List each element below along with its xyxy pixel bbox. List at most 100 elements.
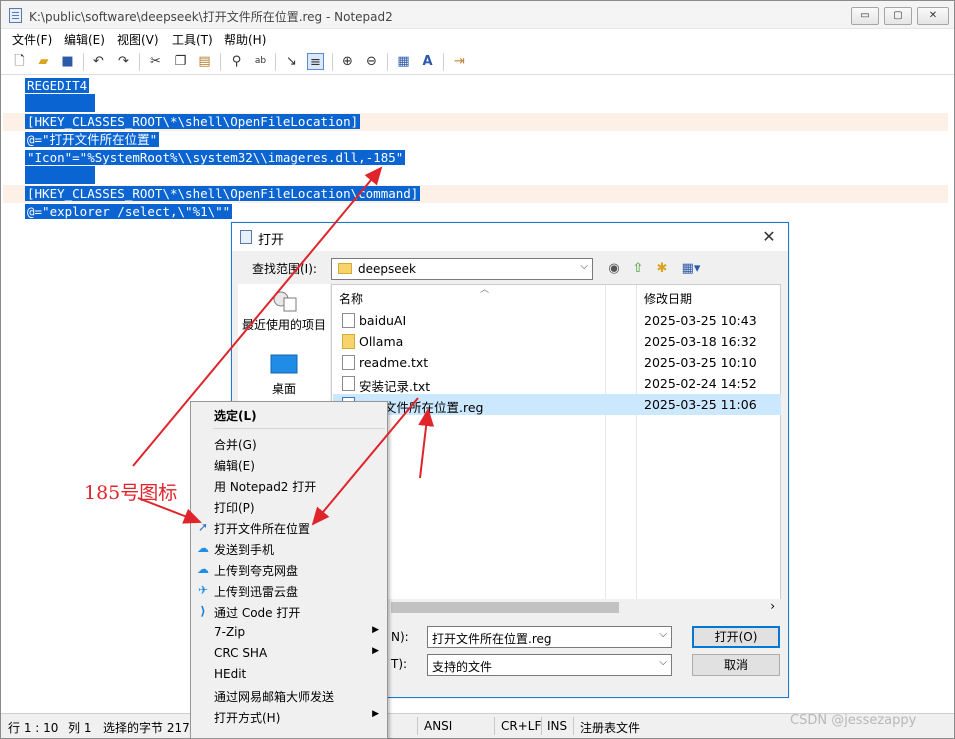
copy-icon[interactable]: ❐ [172,53,189,70]
wordwrap-icon[interactable]: ≡ [307,53,324,70]
menu-item-xunlei[interactable]: ✈ 上传到迅雷云盘 [192,580,387,601]
open-location-icon: ➚ [197,520,209,534]
folder-icon [338,263,352,274]
cut-icon[interactable]: ✂ [147,53,164,70]
menu-item-label: 选定(L) [214,409,257,423]
view-menu-icon[interactable]: ▦▾ [677,260,705,278]
close-button[interactable]: ✕ [917,7,949,25]
lookin-value: deepseek [358,262,416,276]
menu-item-print[interactable]: 打印(P) [192,496,387,517]
menu-item-label: 打开方式(H) [214,711,281,725]
menu-item-label: HEdit [214,667,247,681]
font-icon[interactable]: A [419,53,436,70]
chevron-down-icon: ⌵ [659,629,667,640]
back-icon[interactable]: ◉ [605,260,623,278]
file-name: 安装记录.txt [359,379,431,394]
find-icon[interactable]: ⚲ [228,53,245,70]
menu-item-hedit[interactable]: HEdit [192,664,387,685]
toolbar-separator [220,53,221,71]
filetype-value: 支持的文件 [432,660,493,674]
goto-icon[interactable]: ↘ [283,53,300,70]
minimize-button[interactable]: ▭ [851,7,879,25]
lookin-dropdown[interactable]: deepseek ⌵ [331,258,593,280]
settings-icon[interactable]: ▦ [395,53,412,70]
quark-cloud-icon: ☁ [197,562,209,576]
code-text: [HKEY_CLASSES_ROOT\*\shell\OpenFileLocat… [25,186,421,201]
menu-item-crc-sha[interactable]: CRC SHA ▶ [192,643,387,664]
menu-help[interactable]: 帮助(H) [224,31,266,48]
file-row[interactable]: 安装记录.txt 2025-02-24 14:52 [333,373,781,394]
up-folder-icon[interactable]: ⇧ [629,260,647,278]
menu-item-send-phone[interactable]: ☁ 发送到手机 [192,538,387,559]
file-row[interactable]: baiduAI 2025-03-25 10:43 [333,310,781,331]
lookin-label: 查找范围(I): [252,262,317,276]
menu-item-edit[interactable]: 编辑(E) [192,454,387,475]
menu-item-quark[interactable]: ☁ 上传到夸克网盘 [192,559,387,580]
menu-edit[interactable]: 编辑(E) [64,31,105,48]
place-desktop[interactable]: 桌面 [238,354,330,397]
chevron-down-icon: ⌵ [659,657,667,668]
filename-field[interactable]: 打开文件所在位置.reg ⌵ [427,626,672,648]
undo-icon[interactable]: ↶ [90,53,107,70]
submenu-arrow-icon: ▶ [372,646,379,656]
menu-item-open-with[interactable]: 打开方式(H) ▶ [192,706,387,727]
status-separator [541,717,542,735]
toolbar-separator [332,53,333,71]
replace-icon[interactable]: ab [252,53,269,70]
exit-icon[interactable]: ⇥ [451,53,468,70]
file-row-selected[interactable]: 打开文件所在位置.reg 2025-03-25 11:06 [333,394,781,415]
menu-item-vscode[interactable]: ⟩ 通过 Code 打开 [192,601,387,622]
folder-shortcut-icon [342,334,355,349]
menu-item-open-location[interactable]: ➚ 打开文件所在位置 [192,517,387,538]
file-row[interactable]: readme.txt 2025-03-25 10:10 [333,352,781,373]
dialog-close-icon[interactable]: ✕ [758,226,780,248]
dialog-title-bar[interactable]: 打开 ✕ [232,223,788,251]
open-icon[interactable]: ▰ [35,53,52,70]
redo-icon[interactable]: ↷ [115,53,132,70]
place-recent-label: 最近使用的项目 [241,318,326,332]
code-line-4: @="打开文件所在位置" [25,131,160,149]
file-date: 2025-03-25 10:43 [644,313,757,328]
menu-tools[interactable]: 工具(T) [172,31,213,48]
column-name-header[interactable]: 名称 [339,290,363,307]
menu-file[interactable]: 文件(F) [12,31,52,48]
menu-item-7zip[interactable]: 7-Zip ▶ [192,622,387,643]
paste-icon[interactable]: ▤ [196,53,213,70]
file-name: baiduAI [359,313,407,328]
status-eol[interactable]: CR+LF [501,719,541,733]
scroll-right-icon[interactable]: › [770,599,775,613]
code-line-7: [HKEY_CLASSES_ROOT\*\shell\OpenFileLocat… [25,185,421,203]
new-icon[interactable]: 🗋 [11,53,28,70]
code-text: "Icon"="%SystemRoot%\\system32\\imageres… [25,150,406,165]
horizontal-scrollbar[interactable]: › [331,599,781,616]
toolbar-separator [83,53,84,71]
text-file-icon [342,355,355,370]
open-button[interactable]: 打开(O) [692,626,780,648]
menu-item-netease-mail[interactable]: 通过网易邮箱大师发送 [192,685,387,706]
menu-bar: 文件(F) 编辑(E) 视图(V) 工具(T) 帮助(H) [1,29,954,49]
menu-item-select[interactable]: 选定(L) [192,404,387,425]
title-bar[interactable]: K:\public\software\deepseek\打开文件所在位置.reg… [1,1,954,29]
column-date-header[interactable]: 修改日期 [644,290,692,307]
zoom-in-icon[interactable]: ⊕ [339,53,356,70]
code-text: @="explorer /select,\"%1\"" [25,204,233,219]
menu-item-merge[interactable]: 合并(G) [192,433,387,454]
save-icon[interactable]: ■ [59,53,76,70]
maximize-button[interactable]: ▢ [884,7,912,25]
cancel-button[interactable]: 取消 [692,654,780,676]
code-text: REGEDIT4 [25,78,90,93]
status-separator [494,717,495,735]
menu-item-notepad2[interactable]: 用 Notepad2 打开 [192,475,387,496]
scrollbar-thumb[interactable] [391,602,619,613]
file-date: 2025-02-24 14:52 [644,376,757,391]
menu-view[interactable]: 视图(V) [117,31,159,48]
file-row[interactable]: Ollama 2025-03-18 16:32 [333,331,781,352]
status-lexer[interactable]: 注册表文件 [580,719,640,736]
menu-item-label: 通过网易邮箱大师发送 [214,690,335,704]
place-recent[interactable]: 最近使用的项目 [238,290,330,333]
status-encoding[interactable]: ANSI [424,719,452,733]
filetype-dropdown[interactable]: 支持的文件 ⌵ [427,654,672,676]
zoom-out-icon[interactable]: ⊖ [363,53,380,70]
selection-fill [25,94,95,112]
new-folder-icon[interactable]: ✱ [653,260,671,278]
